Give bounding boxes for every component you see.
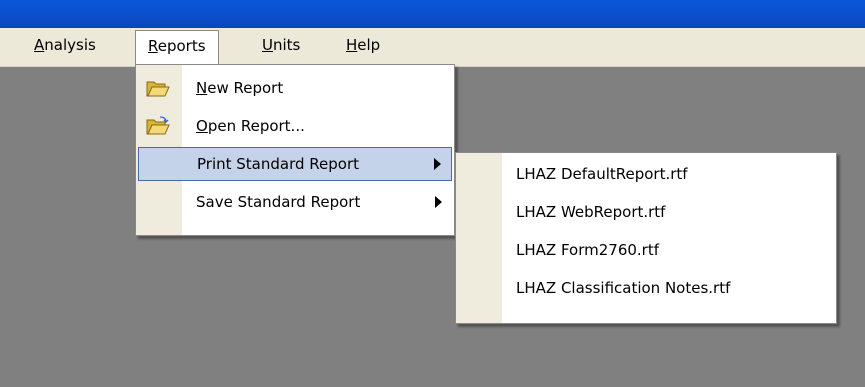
menu-item-open-report[interactable]: Open Report...: [138, 109, 452, 143]
menu-item-label: Print Standard Report: [197, 155, 360, 173]
menu-item-label: LHAZ Classification Notes.rtf: [516, 279, 731, 297]
menu-bar: Analysis Reports Units Help: [0, 28, 865, 67]
menu-item-label: Open Report...: [196, 117, 305, 135]
menu-item-label: LHAZ WebReport.rtf: [516, 203, 666, 221]
menu-item-label: LHAZ DefaultReport.rtf: [516, 165, 688, 183]
print-standard-report-submenu: LHAZ DefaultReport.rtf LHAZ WebReport.rt…: [455, 152, 837, 324]
menu-analysis[interactable]: Analysis: [22, 30, 108, 60]
folder-open-icon: [146, 116, 170, 135]
menu-item-label: LHAZ Form2760.rtf: [516, 241, 659, 259]
menu-item-save-standard-report[interactable]: Save Standard Report: [138, 185, 452, 219]
menu-item-label: Save Standard Report: [196, 193, 361, 211]
submenu-item-default-report[interactable]: LHAZ DefaultReport.rtf: [458, 157, 834, 191]
submenu-arrow-icon: [435, 196, 442, 208]
menu-units[interactable]: Units: [250, 30, 312, 60]
menu-item-label: New Report: [196, 79, 284, 97]
submenu-item-classification-notes[interactable]: LHAZ Classification Notes.rtf: [458, 271, 834, 305]
menu-reports[interactable]: Reports: [135, 30, 219, 66]
menu-item-new-report[interactable]: New Report: [138, 71, 452, 105]
submenu-item-form2760[interactable]: LHAZ Form2760.rtf: [458, 233, 834, 267]
submenu-item-web-report[interactable]: LHAZ WebReport.rtf: [458, 195, 834, 229]
title-bar: [0, 0, 865, 28]
submenu-arrow-icon: [434, 158, 441, 170]
folder-open-icon: [146, 81, 170, 97]
reports-dropdown: New Report Open Report... Print Standard…: [135, 64, 455, 236]
menu-help[interactable]: Help: [334, 30, 392, 60]
menu-item-print-standard-report[interactable]: Print Standard Report: [138, 147, 452, 181]
